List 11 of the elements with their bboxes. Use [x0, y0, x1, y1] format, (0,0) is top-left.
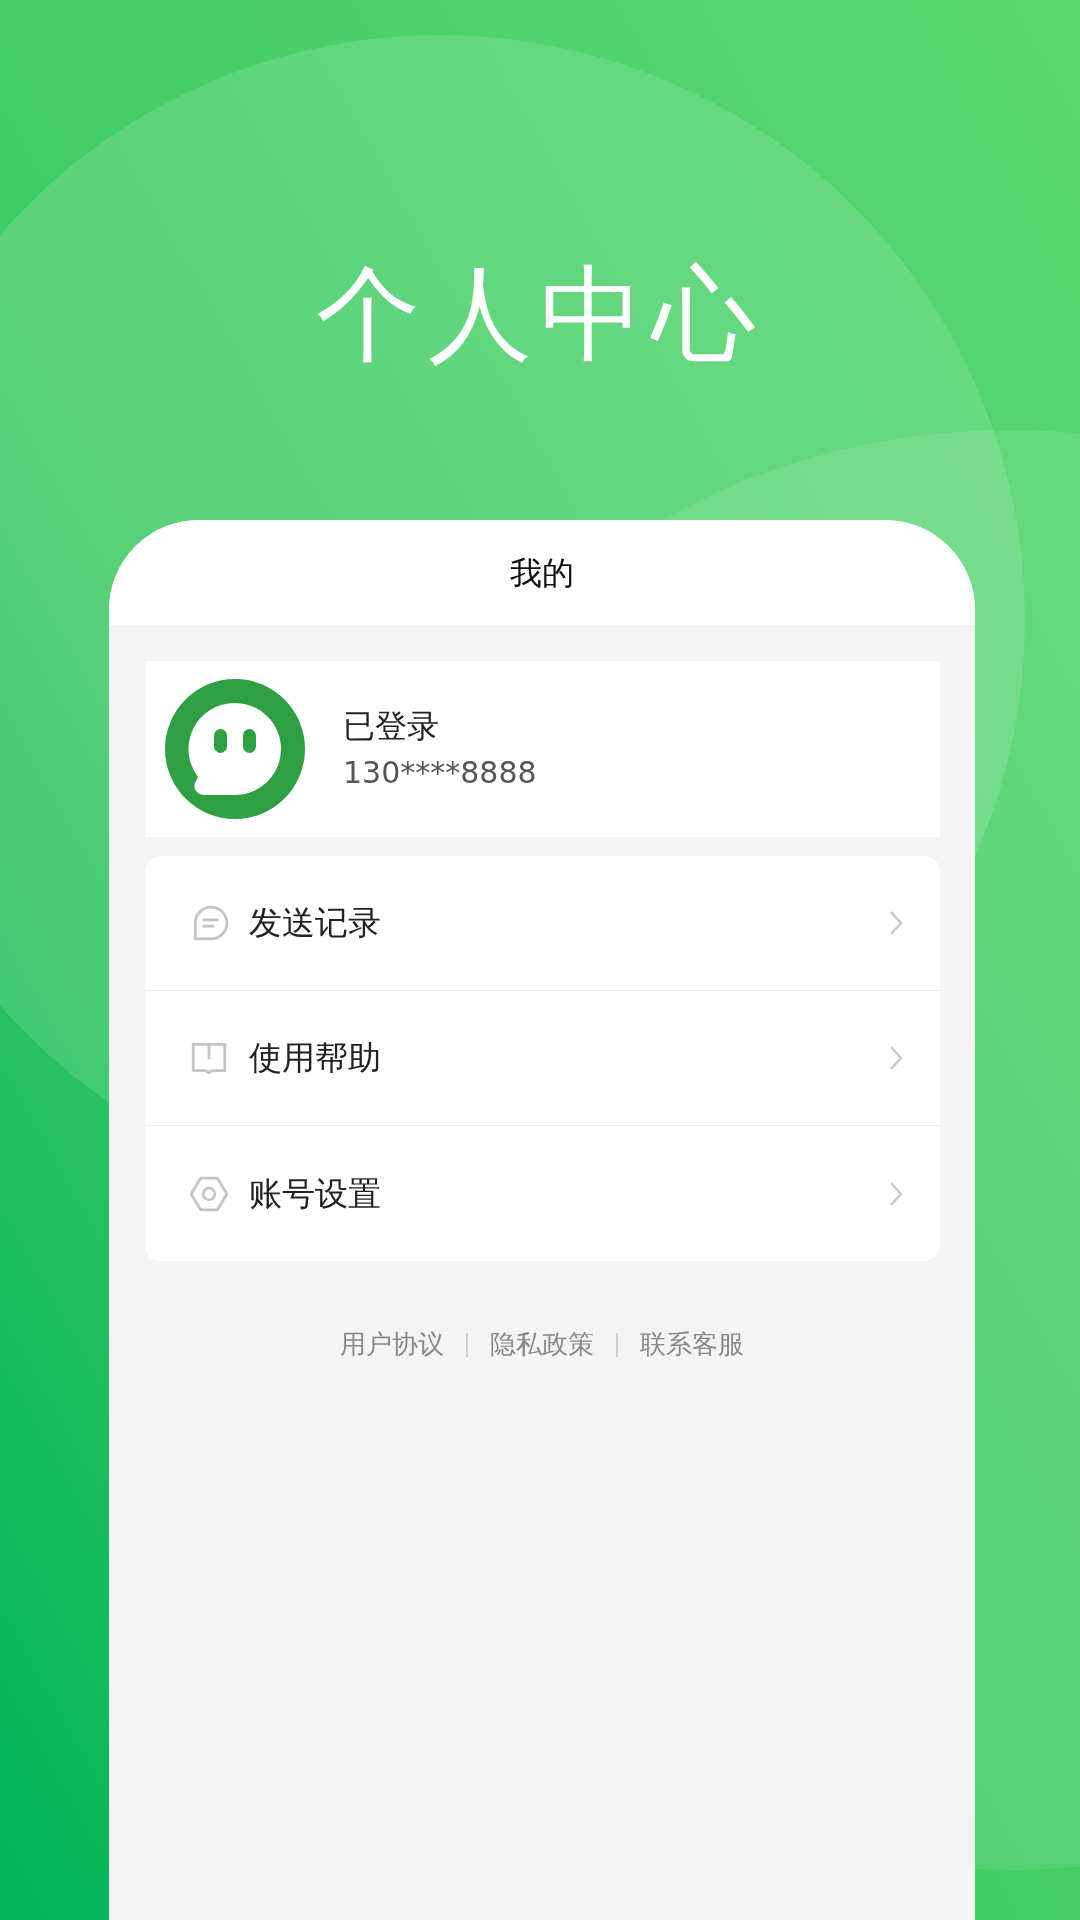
- page-headline: 个人中心: [316, 262, 764, 366]
- avatar-icon: [165, 679, 305, 819]
- chevron-right-icon: [888, 1044, 904, 1072]
- screen-title: 我的: [510, 552, 574, 594]
- phone-number: 130****8888: [343, 754, 537, 793]
- menu-item[interactable]: 使用帮助: [145, 991, 940, 1126]
- login-status: 已登录: [343, 705, 440, 747]
- profile-card[interactable]: 已登录 130****8888: [145, 661, 940, 837]
- chevron-right-icon: [888, 909, 904, 937]
- menu-item[interactable]: 发送记录: [145, 856, 940, 991]
- menu-item[interactable]: 账号设置: [145, 1126, 940, 1261]
